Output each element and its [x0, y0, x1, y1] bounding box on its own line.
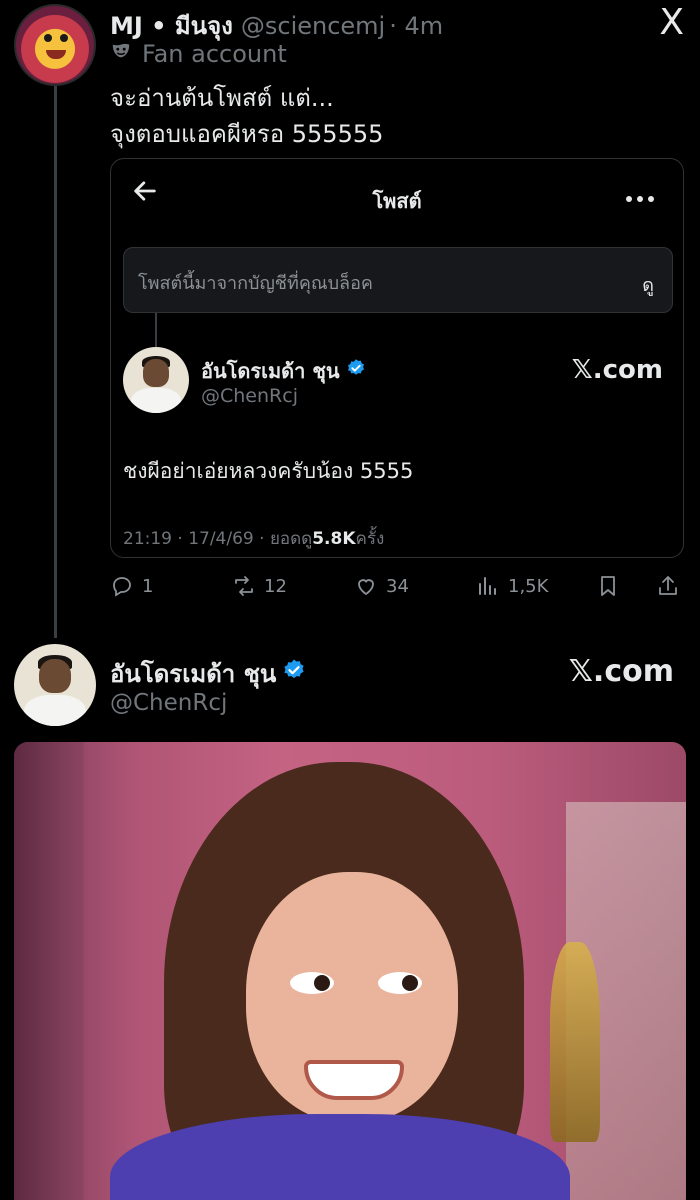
bookmark-button[interactable]	[596, 574, 628, 598]
views-count: 1,5K	[508, 575, 549, 597]
more-options-icon[interactable]	[625, 181, 655, 209]
x-site-label[interactable]: 𝕏.com	[569, 654, 674, 689]
quoted-handle[interactable]: @ChenRcj	[201, 385, 298, 407]
like-count: 34	[386, 575, 409, 597]
card-title: โพสต์	[372, 189, 422, 213]
second-author-row: อันโดรเมด้า ชุน	[110, 654, 306, 693]
reply-button[interactable]: 1	[110, 574, 153, 598]
post-time: · 4m	[389, 12, 444, 40]
x-site-label[interactable]: 𝕏.com	[572, 355, 663, 385]
x-logo-icon[interactable]: X	[659, 2, 684, 43]
reply-count: 1	[142, 575, 154, 597]
post-text-line-2: จุงตอบแอคผีหรอ 555555	[110, 120, 384, 148]
author-avatar[interactable]	[14, 4, 96, 86]
second-author-name[interactable]: อันโดรเมด้า ชุน	[110, 654, 276, 693]
verified-badge-icon	[282, 658, 306, 682]
card-header: โพสต์	[111, 159, 683, 237]
repost-icon	[235, 576, 253, 596]
blocked-message: โพสต์นี้มาจากบัญชีที่คุณบล็อค	[138, 273, 373, 294]
verified-badge-icon	[346, 358, 366, 378]
second-author-handle[interactable]: @ChenRcj	[110, 690, 227, 716]
post-meta: 21:19 · 17/4/69 · ยอดดู 5.8K ครั้ง	[123, 525, 384, 552]
quoted-author-name[interactable]: อันโดรเมด้า ชุน	[201, 355, 340, 387]
post-timestamp: 21:19 · 17/4/69 · ยอดดู	[123, 529, 313, 549]
second-author-avatar[interactable]	[14, 644, 96, 726]
view-button[interactable]: ดู	[642, 270, 654, 299]
share-button[interactable]	[656, 574, 688, 598]
embedded-post-card[interactable]: โพสต์ โพสต์นี้มาจากบัญชีที่คุณบล็อค ดู อ…	[110, 158, 684, 558]
thread-connector	[54, 86, 57, 638]
author-handle[interactable]: @sciencemj	[241, 12, 385, 40]
view-count-suffix: ครั้ง	[355, 529, 385, 549]
mask-icon	[110, 40, 132, 62]
heart-icon	[358, 579, 374, 596]
thread-view: MJ • มีนจุง @sciencemj · 4m X Fan accoun…	[0, 0, 700, 1200]
post-image[interactable]	[14, 742, 686, 1200]
bookmark-icon	[601, 576, 615, 596]
views-button[interactable]: 1,5K	[476, 574, 548, 598]
fan-account-label: Fan account	[142, 40, 287, 68]
view-count: 5.8K	[312, 529, 356, 549]
post-text-line-1: จะอ่านต้นโพสต์ แต่...	[110, 84, 334, 112]
quoted-post-text: ชงผีอย่าเอ่ยหลวงครับน้อง 5555	[123, 459, 414, 483]
account-label: Fan account	[110, 40, 287, 68]
like-button[interactable]: 34	[354, 574, 409, 598]
repost-count: 12	[264, 575, 287, 597]
share-icon	[659, 576, 677, 595]
analytics-icon	[479, 577, 496, 595]
quoted-thread-connector	[155, 313, 157, 347]
quoted-author-avatar[interactable]	[123, 347, 189, 413]
blocked-notice: โพสต์นี้มาจากบัญชีที่คุณบล็อค ดู	[123, 247, 673, 313]
quoted-author-row: อันโดรเมด้า ชุน	[201, 355, 366, 387]
reply-icon	[113, 577, 131, 597]
repost-button[interactable]: 12	[232, 574, 287, 598]
